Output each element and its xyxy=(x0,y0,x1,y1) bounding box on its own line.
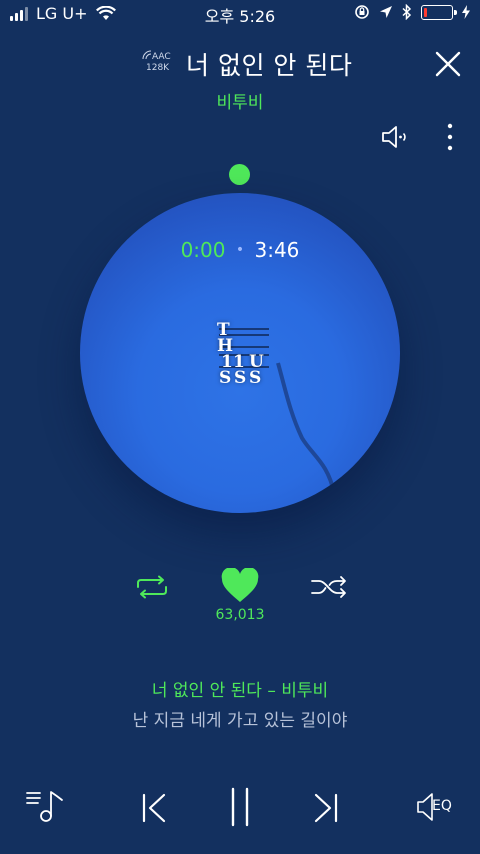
artist-name[interactable]: 비투비 xyxy=(0,88,480,113)
logo-letter: S xyxy=(234,368,247,388)
pause-icon[interactable] xyxy=(226,786,254,828)
time-separator: • xyxy=(235,242,245,258)
song-title: 너 없인 안 된다 xyxy=(186,51,353,80)
total-time: 3:46 xyxy=(254,238,300,262)
repeat-icon[interactable] xyxy=(134,574,170,600)
current-time: 0:00 xyxy=(180,238,226,262)
status-bar: LG U+ 오후 5:26 xyxy=(0,0,480,26)
location-icon xyxy=(380,6,392,18)
like-count: 63,013 xyxy=(215,607,265,623)
eq-button[interactable]: EQ xyxy=(414,790,462,824)
battery-icon xyxy=(421,4,457,20)
rotation-lock-icon xyxy=(355,5,369,19)
time-display: 0:00 • 3:46 xyxy=(0,238,480,262)
shuffle-icon[interactable] xyxy=(310,574,348,600)
speaker-icon[interactable] xyxy=(380,124,412,150)
lyrics-line[interactable]: 난 지금 네게 가고 있는 길이야 xyxy=(0,706,480,731)
eq-label: EQ xyxy=(432,798,452,814)
lyrics-heading[interactable]: 너 없인 안 된다 – 비투비 xyxy=(0,676,480,701)
playlist-icon[interactable] xyxy=(24,788,66,824)
close-icon[interactable] xyxy=(434,50,462,78)
album-logo: T H 1 1 U S S S xyxy=(205,320,285,390)
more-icon[interactable] xyxy=(442,122,458,152)
next-icon[interactable] xyxy=(312,792,340,824)
status-right xyxy=(354,4,470,20)
logo-letter: S xyxy=(219,368,232,388)
charging-icon xyxy=(462,5,470,19)
progress-knob[interactable] xyxy=(229,164,250,185)
streaming-icon xyxy=(142,50,152,60)
logo-letter: S xyxy=(249,368,262,388)
bluetooth-icon xyxy=(402,4,412,20)
previous-icon[interactable] xyxy=(140,792,168,824)
heart-icon[interactable] xyxy=(220,568,260,604)
codec-bitrate: 128K xyxy=(146,63,170,73)
